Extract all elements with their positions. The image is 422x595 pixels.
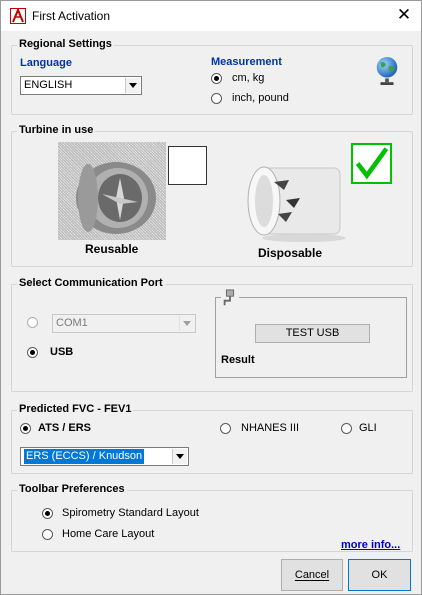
turbine-group: Turbine in use Reusable Disposable [11, 124, 413, 267]
test-usb-button[interactable]: TEST USB [255, 324, 370, 343]
predicted-fvc-group: Predicted FVC - FEV1 ATS / ERS NHANES II… [11, 403, 413, 474]
reusable-turbine-image[interactable] [58, 142, 166, 240]
dialog-window: First Activation ✕ Regional Settings Lan… [0, 0, 422, 595]
app-logo-icon [10, 8, 26, 24]
usb-label: USB [50, 346, 74, 358]
ok-button[interactable]: OK [348, 559, 411, 591]
disposable-checkbox[interactable] [351, 143, 392, 184]
reusable-turbine-icon [76, 162, 156, 234]
disposable-turbine-icon [247, 166, 346, 242]
globe-icon [376, 57, 398, 85]
language-select-value: ENGLISH [24, 79, 73, 91]
language-label: Language [20, 57, 72, 69]
test-usb-label: TEST USB [285, 327, 340, 339]
ok-label: OK [371, 569, 388, 581]
regional-settings-legend: Regional Settings [17, 38, 114, 50]
toolbar-preferences-group: Toolbar Preferences Spirometry Standard … [11, 483, 413, 552]
toolbar-preferences-legend: Toolbar Preferences [17, 483, 127, 495]
ats-ers-label: ATS / ERS [38, 422, 91, 434]
more-info-link[interactable]: more info... [341, 539, 400, 551]
comm-port-legend: Select Communication Port [17, 277, 165, 289]
measurement-label: Measurement [211, 56, 282, 68]
chevron-down-icon[interactable] [125, 78, 140, 93]
chevron-down-icon[interactable] [172, 449, 187, 464]
disposable-label: Disposable [258, 246, 323, 260]
title-bar: First Activation ✕ [1, 1, 421, 31]
result-label: Result [221, 354, 255, 366]
fvc-reference-value: ERS (ECCS) / Knudson [24, 449, 145, 464]
usb-radio[interactable] [27, 347, 38, 358]
home-care-layout-radio[interactable] [42, 529, 53, 540]
home-care-layout-label: Home Care Layout [62, 528, 155, 540]
metric-label: cm, kg [232, 72, 265, 84]
disposable-turbine-image[interactable] [234, 160, 352, 244]
usb-test-panel: TEST USB Result [215, 289, 407, 378]
cancel-button[interactable]: Cancel [281, 559, 343, 591]
reusable-label: Reusable [85, 242, 139, 256]
turbine-legend: Turbine in use [17, 124, 96, 136]
nhanes-radio[interactable] [220, 423, 231, 434]
chevron-down-icon[interactable] [179, 316, 194, 331]
close-button[interactable]: ✕ [387, 1, 421, 31]
close-icon: ✕ [396, 5, 412, 24]
standard-layout-radio[interactable] [42, 508, 53, 519]
window-title: First Activation [32, 9, 111, 23]
checkmark-icon [355, 147, 389, 180]
standard-layout-label: Spirometry Standard Layout [62, 507, 199, 519]
regional-settings-group: Regional Settings Language ENGLISH Measu… [11, 38, 413, 115]
imperial-label: inch, pound [232, 92, 289, 104]
imperial-radio[interactable] [211, 93, 222, 104]
gli-label: GLI [359, 422, 377, 434]
nhanes-label: NHANES III [241, 422, 300, 434]
gli-radio[interactable] [341, 423, 352, 434]
com-port-radio[interactable] [27, 317, 38, 328]
com-port-select[interactable]: COM1 [52, 314, 196, 333]
language-select[interactable]: ENGLISH [20, 76, 142, 95]
metric-radio[interactable] [211, 73, 222, 84]
reusable-checkbox[interactable] [168, 146, 207, 185]
cancel-label: Cancel [294, 569, 330, 581]
predicted-fvc-legend: Predicted FVC - FEV1 [17, 403, 134, 415]
fvc-reference-select[interactable]: ERS (ECCS) / Knudson [20, 447, 189, 466]
usb-plug-icon [221, 289, 239, 307]
comm-port-group: Select Communication Port COM1 USB TEST … [11, 277, 413, 392]
ats-ers-radio[interactable] [20, 423, 31, 434]
com-port-value: COM1 [56, 317, 88, 329]
